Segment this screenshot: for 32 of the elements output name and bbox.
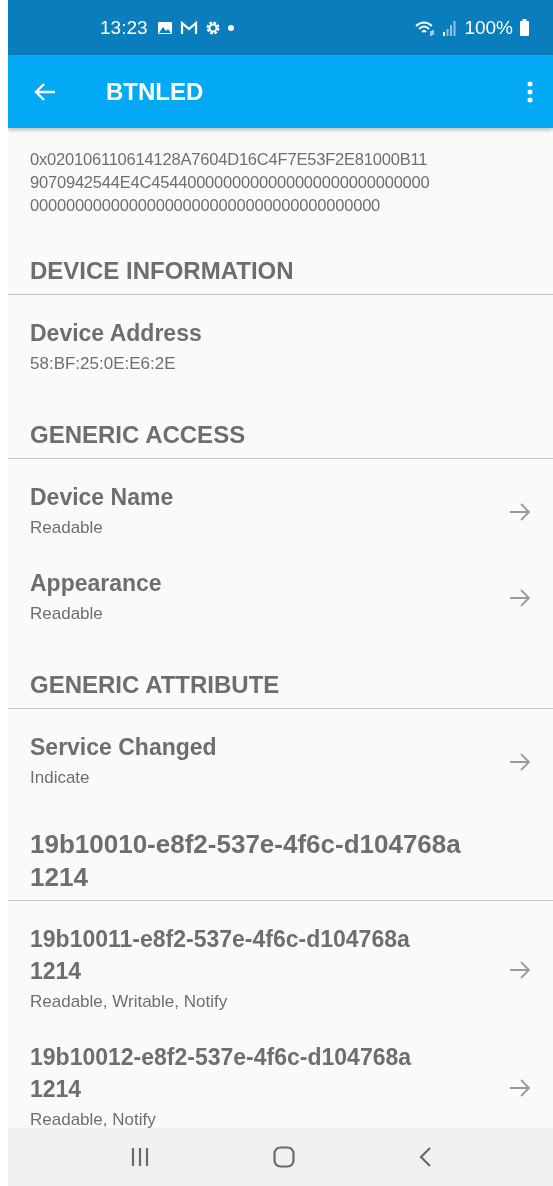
row-detail: Readable [30, 517, 104, 539]
row-title: Appearance [30, 569, 163, 598]
row-detail: Readable [30, 603, 104, 625]
screen-title: BTNLED [106, 77, 204, 106]
recent-apps-icon[interactable] [129, 1148, 150, 1166]
back-arrow-icon[interactable] [34, 81, 56, 102]
back-icon[interactable] [419, 1147, 432, 1167]
signal-icon [443, 19, 458, 36]
dot-icon [227, 24, 234, 31]
row-title: Device Name [30, 483, 175, 512]
service-uuid: 19b10010-e8f2-537e-4f6c-d104768a 1214 [8, 795, 553, 901]
raw-packet-value: 0x020106110614128A7604D16C4F7E53F2E81000B11 9070942544E4C4544000000000000000000000000000 000000000000000000000000000000000000000 [30, 149, 431, 216]
row-title: 19b10011-e8f2-537e-4f6c-d104768a 1214 [30, 925, 411, 986]
row-detail: Readable, Notify [30, 1109, 157, 1128]
battery-icon [520, 19, 529, 36]
more-options-icon[interactable] [527, 80, 533, 103]
row-title: Service Changed [30, 733, 218, 762]
row-title: 19b10012-e8f2-537e-4f6c-d104768a 1214 [30, 1043, 413, 1104]
image-icon [156, 20, 173, 35]
section-heading: GENERIC ACCESS [8, 381, 553, 459]
gear-icon [204, 19, 221, 36]
section-heading: GENERIC ATTRIBUTE [8, 631, 553, 709]
home-icon[interactable] [273, 1146, 296, 1168]
wifi-icon [414, 19, 437, 36]
row-detail: Indicate [30, 767, 91, 789]
row-title: Device Address [30, 319, 203, 348]
clock-time: 13:23 [100, 16, 148, 39]
battery-level: 100% [464, 16, 513, 39]
mail-icon [179, 20, 198, 35]
section-heading: DEVICE INFORMATION [8, 217, 553, 295]
row-detail: Readable, Writable, Notify [30, 991, 229, 1013]
row-detail: 58:BF:25:0E:E6:2E [30, 353, 177, 375]
